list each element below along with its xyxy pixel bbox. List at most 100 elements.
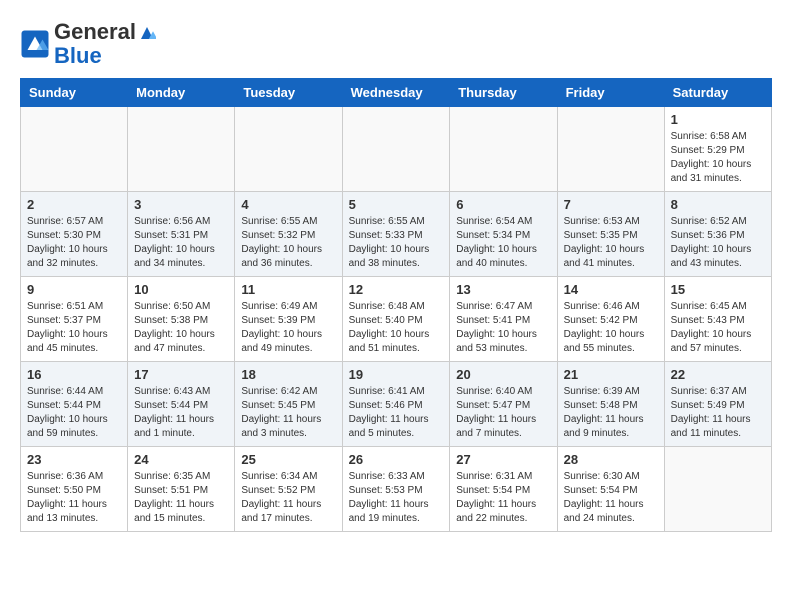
calendar-cell xyxy=(342,107,450,192)
day-info: Sunrise: 6:49 AM Sunset: 5:39 PM Dayligh… xyxy=(241,300,335,356)
calendar-cell: 12Sunrise: 6:48 AM Sunset: 5:40 PM Dayli… xyxy=(342,277,450,362)
logo-text: GeneralBlue xyxy=(54,20,156,68)
calendar-cell: 21Sunrise: 6:39 AM Sunset: 5:48 PM Dayli… xyxy=(557,362,664,447)
day-number: 6 xyxy=(456,197,550,212)
calendar-cell: 6 Sunrise: 6:54 AM Sunset: 5:34 PM Daylig… xyxy=(450,192,557,277)
day-number: 1 xyxy=(671,112,765,127)
calendar-cell: 1 Sunrise: 6:58 AM Sunset: 5:29 PM Daylig… xyxy=(664,107,771,192)
day-number: 17 xyxy=(134,367,228,382)
day-number: 14 xyxy=(564,282,658,297)
day-number: 27 xyxy=(456,452,550,467)
day-number: 16 xyxy=(27,367,121,382)
calendar-cell: 26 Sunrise: 6:33 AM Sunset: 5:53 PM Dayli… xyxy=(342,447,450,532)
day-info: Sunrise: 6:55 AM Sunset: 5:33 PM Dayligh… xyxy=(349,215,444,271)
calendar-cell: 14 Sunrise: 6:46 AM Sunset: 5:42 PM Dayli… xyxy=(557,277,664,362)
day-number: 11 xyxy=(241,282,335,297)
day-info: Sunrise: 6:34 AM Sunset: 5:52 PM Dayligh… xyxy=(241,470,335,526)
day-info: Sunrise: 6:46 AM Sunset: 5:42 PM Dayligh… xyxy=(564,300,658,356)
day-number: 12 xyxy=(349,282,444,297)
calendar-cell: 10 Sunrise: 6:50 AM Sunset: 5:38 PM Dayli… xyxy=(128,277,235,362)
day-info: Sunrise: 6:33 AM Sunset: 5:53 PM Dayligh… xyxy=(349,470,444,526)
weekday-header-wednesday: Wednesday xyxy=(342,79,450,107)
day-info: Sunrise: 6:50 AM Sunset: 5:38 PM Dayligh… xyxy=(134,300,228,356)
week-row-3: 9 Sunrise: 6:51 AM Sunset: 5:37 PM Daylig… xyxy=(21,277,772,362)
calendar-cell xyxy=(450,107,557,192)
weekday-header-monday: Monday xyxy=(128,79,235,107)
day-number: 8 xyxy=(671,197,765,212)
calendar-cell: 22 Sunrise: 6:37 AM Sunset: 5:49 PM Dayli… xyxy=(664,362,771,447)
day-info: Sunrise: 6:55 AM Sunset: 5:32 PM Dayligh… xyxy=(241,215,335,271)
week-row-1: 1 Sunrise: 6:58 AM Sunset: 5:29 PM Daylig… xyxy=(21,107,772,192)
calendar-cell: 27 Sunrise: 6:31 AM Sunset: 5:54 PM Dayli… xyxy=(450,447,557,532)
day-info: Sunrise: 6:44 AM Sunset: 5:44 PM Dayligh… xyxy=(27,385,121,441)
day-number: 26 xyxy=(349,452,444,467)
day-info: Sunrise: 6:53 AM Sunset: 5:35 PM Dayligh… xyxy=(564,215,658,271)
day-number: 13 xyxy=(456,282,550,297)
day-info: Sunrise: 6:37 AM Sunset: 5:49 PM Dayligh… xyxy=(671,385,765,441)
day-info: Sunrise: 6:57 AM Sunset: 5:30 PM Dayligh… xyxy=(27,215,121,271)
calendar-cell: 16 Sunrise: 6:44 AM Sunset: 5:44 PM Dayli… xyxy=(21,362,128,447)
day-number: 10 xyxy=(134,282,228,297)
calendar-cell: 9 Sunrise: 6:51 AM Sunset: 5:37 PM Daylig… xyxy=(21,277,128,362)
week-row-4: 16 Sunrise: 6:44 AM Sunset: 5:44 PM Dayli… xyxy=(21,362,772,447)
calendar-cell: 15Sunrise: 6:45 AM Sunset: 5:43 PM Dayli… xyxy=(664,277,771,362)
calendar-cell: 2Sunrise: 6:57 AM Sunset: 5:30 PM Daylig… xyxy=(21,192,128,277)
calendar-cell: 24 Sunrise: 6:35 AM Sunset: 5:51 PM Dayli… xyxy=(128,447,235,532)
calendar-cell xyxy=(557,107,664,192)
day-number: 15 xyxy=(671,282,765,297)
calendar-cell: 23 Sunrise: 6:36 AM Sunset: 5:50 PM Dayli… xyxy=(21,447,128,532)
day-number: 19 xyxy=(349,367,444,382)
day-info: Sunrise: 6:58 AM Sunset: 5:29 PM Dayligh… xyxy=(671,130,765,186)
day-number: 20 xyxy=(456,367,550,382)
calendar-cell: 17 Sunrise: 6:43 AM Sunset: 5:44 PM Dayli… xyxy=(128,362,235,447)
calendar-cell: 25 Sunrise: 6:34 AM Sunset: 5:52 PM Dayli… xyxy=(235,447,342,532)
day-info: Sunrise: 6:39 AM Sunset: 5:48 PM Dayligh… xyxy=(564,385,658,441)
calendar-cell: 18 Sunrise: 6:42 AM Sunset: 5:45 PM Dayli… xyxy=(235,362,342,447)
weekday-header-thursday: Thursday xyxy=(450,79,557,107)
day-info: Sunrise: 6:31 AM Sunset: 5:54 PM Dayligh… xyxy=(456,470,550,526)
day-info: Sunrise: 6:42 AM Sunset: 5:45 PM Dayligh… xyxy=(241,385,335,441)
day-info: Sunrise: 6:52 AM Sunset: 5:36 PM Dayligh… xyxy=(671,215,765,271)
day-number: 23 xyxy=(27,452,121,467)
page-header: GeneralBlue xyxy=(20,20,772,68)
day-number: 18 xyxy=(241,367,335,382)
day-info: Sunrise: 6:30 AM Sunset: 5:54 PM Dayligh… xyxy=(564,470,658,526)
calendar-cell xyxy=(235,107,342,192)
day-info: Sunrise: 6:56 AM Sunset: 5:31 PM Dayligh… xyxy=(134,215,228,271)
calendar: SundayMondayTuesdayWednesdayThursdayFrid… xyxy=(20,78,772,532)
day-number: 28 xyxy=(564,452,658,467)
calendar-cell xyxy=(664,447,771,532)
calendar-cell xyxy=(128,107,235,192)
calendar-cell: 4 Sunrise: 6:55 AM Sunset: 5:32 PM Daylig… xyxy=(235,192,342,277)
day-info: Sunrise: 6:35 AM Sunset: 5:51 PM Dayligh… xyxy=(134,470,228,526)
day-number: 24 xyxy=(134,452,228,467)
day-number: 3 xyxy=(134,197,228,212)
weekday-header-tuesday: Tuesday xyxy=(235,79,342,107)
week-row-2: 2Sunrise: 6:57 AM Sunset: 5:30 PM Daylig… xyxy=(21,192,772,277)
calendar-cell: 11 Sunrise: 6:49 AM Sunset: 5:39 PM Dayli… xyxy=(235,277,342,362)
calendar-cell xyxy=(21,107,128,192)
calendar-cell: 13 Sunrise: 6:47 AM Sunset: 5:41 PM Dayli… xyxy=(450,277,557,362)
calendar-cell: 7 Sunrise: 6:53 AM Sunset: 5:35 PM Daylig… xyxy=(557,192,664,277)
day-info: Sunrise: 6:54 AM Sunset: 5:34 PM Dayligh… xyxy=(456,215,550,271)
weekday-header-friday: Friday xyxy=(557,79,664,107)
day-info: Sunrise: 6:43 AM Sunset: 5:44 PM Dayligh… xyxy=(134,385,228,441)
day-number: 25 xyxy=(241,452,335,467)
day-info: Sunrise: 6:40 AM Sunset: 5:47 PM Dayligh… xyxy=(456,385,550,441)
day-number: 4 xyxy=(241,197,335,212)
day-number: 9 xyxy=(27,282,121,297)
day-number: 7 xyxy=(564,197,658,212)
day-info: Sunrise: 6:47 AM Sunset: 5:41 PM Dayligh… xyxy=(456,300,550,356)
logo: GeneralBlue xyxy=(20,20,156,68)
logo-icon xyxy=(20,29,50,59)
weekday-header-row: SundayMondayTuesdayWednesdayThursdayFrid… xyxy=(21,79,772,107)
weekday-header-saturday: Saturday xyxy=(664,79,771,107)
calendar-cell: 5Sunrise: 6:55 AM Sunset: 5:33 PM Daylig… xyxy=(342,192,450,277)
day-info: Sunrise: 6:51 AM Sunset: 5:37 PM Dayligh… xyxy=(27,300,121,356)
calendar-cell: 8 Sunrise: 6:52 AM Sunset: 5:36 PM Daylig… xyxy=(664,192,771,277)
day-number: 22 xyxy=(671,367,765,382)
day-info: Sunrise: 6:36 AM Sunset: 5:50 PM Dayligh… xyxy=(27,470,121,526)
calendar-cell: 20 Sunrise: 6:40 AM Sunset: 5:47 PM Dayli… xyxy=(450,362,557,447)
weekday-header-sunday: Sunday xyxy=(21,79,128,107)
week-row-5: 23 Sunrise: 6:36 AM Sunset: 5:50 PM Dayli… xyxy=(21,447,772,532)
